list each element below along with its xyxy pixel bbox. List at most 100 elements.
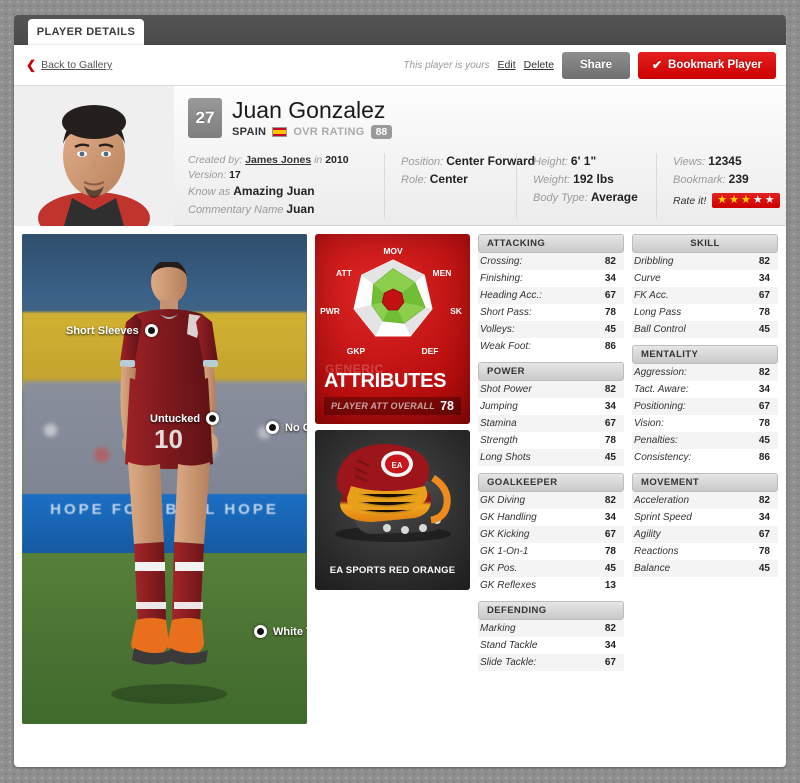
star-icon[interactable]: ★ [717,195,727,206]
ovr-rating-label: OVR RATING [293,126,365,138]
stat-panel: MENTALITY Aggression: 82 Tact. Aware: 34 Posi… [632,345,778,466]
stat-row: GK Kicking 67 [478,526,624,543]
bookmark-count-label: Bookmark: [673,174,726,186]
radar-axis-label: GKP [346,346,365,356]
delete-link[interactable]: Delete [524,59,554,71]
edit-link[interactable]: Edit [498,59,516,71]
stat-panel: DEFENDING Marking 82 Stand Tackle 34 Slide Ta… [478,601,624,671]
attributes-radar-chart: MOV MEN SK DEF GKP PWR ATT [320,246,463,356]
stat-value: 67 [758,401,770,412]
stat-row: Shot Power 82 [478,381,624,398]
spain-flag-icon [272,127,288,137]
star-icon[interactable]: ★ [753,195,763,206]
weight-label: Weight: [533,174,571,186]
boot-card[interactable]: EA EA SPORTS RED ORANGE [315,430,470,590]
position-label: Position: [401,156,444,168]
tab-player-details[interactable]: PLAYER DETAILS [28,19,144,45]
stat-label: Stamina [480,418,517,429]
version-line: Version: 17 [188,168,370,183]
stat-label: Acceleration [634,495,690,506]
stat-label: Weak Foot: [480,341,531,352]
content-shell: ❮ Back to Gallery This player is yours E… [14,45,786,767]
stat-label: Long Pass [634,307,682,318]
share-button[interactable]: Share [562,51,630,79]
stat-row: Jumping 34 [478,398,624,415]
star-icon[interactable]: ★ [741,195,751,206]
stat-row: Slide Tackle: 67 [478,654,624,671]
stat-row: Dribbling 82 [632,253,778,270]
svg-text:EA: EA [391,461,402,470]
tab-label: PLAYER DETAILS [36,26,136,38]
chevron-left-icon: ❮ [26,58,37,72]
page-title: Juan Gonzalez [232,97,386,123]
stat-row: Acceleration 82 [632,492,778,509]
stat-label: Vision: [634,418,664,429]
callout-dot-icon [266,421,279,434]
stat-label: Curve [634,273,661,284]
stat-label: Marking [480,623,516,634]
stat-value: 45 [758,324,770,335]
views-line: Views: 12345 [673,153,792,171]
player-render: HOPE FOOTBALL HOPE 10 Short Sleeves Untu… [22,234,307,724]
body-type-value: Average [590,190,638,204]
action-buttons: This player is yours Edit Delete Share ✔… [403,51,776,79]
known-as-line: Know as Amazing Juan [188,183,370,201]
stat-row: GK Reflexes 13 [478,577,624,594]
stat-label: Ball Control [634,324,686,335]
stat-value: 67 [604,418,616,429]
callout-label: White Tape [273,625,307,638]
stat-value: 13 [604,580,616,591]
stat-panel-header: GOALKEEPER [478,473,624,492]
stat-column-right: SKILL Dribbling 82 Curve 34 FK Acc. 67 Long Pas… [632,234,778,724]
stat-row: Tact. Aware: 34 [632,381,778,398]
stat-panel-header: DEFENDING [478,601,624,620]
created-by-value[interactable]: James Jones [245,154,311,166]
stat-value: 45 [604,324,616,335]
commentary-name-value: Juan [286,202,315,216]
radar-axis-label: MEN [432,268,451,278]
ownership-note: This player is yours [403,59,490,71]
callout-white-tape[interactable]: White Tape [254,625,307,638]
stat-panels: ATTACKING Crossing: 82 Finishing: 34 Heading … [478,234,778,724]
stat-value: 34 [758,273,770,284]
created-in-label: in [314,154,323,166]
stat-row: Reactions 78 [632,543,778,560]
stat-value: 34 [758,384,770,395]
bookmark-player-button[interactable]: ✔ Bookmark Player [637,51,776,79]
stat-label: Sprint Speed [634,512,692,523]
known-as-value: Amazing Juan [233,184,315,198]
attributes-overall-value: 78 [440,399,454,413]
weight-value: 192 lbs [573,172,614,186]
stat-label: Long Shots [480,452,531,463]
commentary-name-line: Commentary Name Juan [188,201,370,219]
star-icon[interactable]: ★ [729,195,739,206]
stat-label: Positioning: [634,401,686,412]
back-to-gallery-link[interactable]: ❮ Back to Gallery [26,59,112,71]
stat-value: 34 [604,273,616,284]
stat-row: Ball Control 45 [632,321,778,338]
callout-no-gloves[interactable]: No Gloves [266,421,307,434]
stat-label: FK Acc. [634,290,669,301]
height-label: Height: [533,156,568,168]
stat-panel: ATTACKING Crossing: 82 Finishing: 34 Heading … [478,234,624,355]
stat-row: Crossing: 82 [478,253,624,270]
action-bar: ❮ Back to Gallery This player is yours E… [14,45,786,86]
radar-axis-label: SK [450,306,463,316]
stat-label: Crossing: [480,256,523,267]
callout-short-sleeves[interactable]: Short Sleeves [66,324,158,337]
callout-label: No Gloves [285,421,307,434]
rating-row: Rate it! ★ ★ ★ ★ ★ [673,193,792,208]
svg-text:10: 10 [154,424,183,454]
stat-row: Balance 45 [632,560,778,577]
stat-value: 67 [758,290,770,301]
stat-label: Stand Tackle [480,640,538,651]
bookmark-player-label: Bookmark Player [668,59,762,71]
stat-value: 82 [604,384,616,395]
star-rating[interactable]: ★ ★ ★ ★ ★ [712,193,780,208]
star-icon[interactable]: ★ [765,195,775,206]
stat-label: Agility [634,529,661,540]
stat-row: Stamina 67 [478,415,624,432]
stat-label: Reactions [634,546,679,557]
callout-untucked[interactable]: Untucked [150,412,220,425]
stat-value: 82 [758,495,770,506]
